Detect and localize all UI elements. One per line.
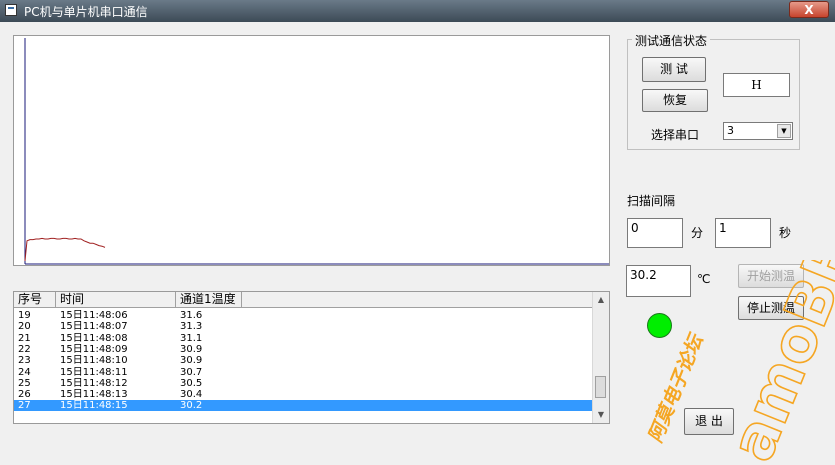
chevron-down-icon[interactable]: ▼ — [777, 124, 791, 138]
table-row[interactable]: 23 15日11:48:10 30.9 — [14, 355, 594, 366]
column-header-temperature[interactable]: 通道1温度 — [176, 292, 242, 308]
title-bar[interactable]: PC机与单片机串口通信 X — [0, 0, 835, 22]
row-time: 15日11:48:11 — [60, 366, 128, 378]
row-temperature: 31.6 — [180, 310, 203, 321]
minutes-input[interactable]: 0 — [627, 218, 683, 248]
table-row[interactable]: 22 15日11:48:09 30.9 — [14, 344, 594, 355]
table-row[interactable]: 19 15日11:48:06 31.6 — [14, 310, 594, 321]
row-index: 27 — [18, 400, 31, 412]
exit-button[interactable]: 退 出 — [684, 408, 734, 435]
temperature-series-line — [24, 237, 106, 262]
row-index: 25 — [18, 377, 31, 389]
temperature-unit: ℃ — [697, 272, 711, 286]
client-area: 序号 时间 通道1温度 19 15日11:48:06 31.6 20 15日11:48:… — [0, 22, 835, 465]
start-measure-button[interactable]: 开始测温 — [738, 264, 804, 288]
row-temperature: 30.5 — [180, 377, 203, 389]
status-led-indicator — [647, 313, 672, 338]
row-time: 15日11:48:07 — [60, 321, 128, 333]
status-field[interactable]: H — [723, 73, 790, 97]
row-temperature: 31.1 — [180, 332, 203, 344]
row-time: 15日11:48:10 — [60, 355, 128, 367]
port-label: 选择串口 — [651, 128, 700, 142]
row-index: 20 — [18, 321, 31, 333]
minutes-unit: 分 — [691, 226, 704, 240]
row-temperature: 31.3 — [180, 321, 203, 333]
row-temperature: 30.7 — [180, 366, 203, 378]
column-header-index[interactable]: 序号 — [14, 292, 56, 308]
scroll-thumb[interactable] — [595, 376, 606, 398]
row-index: 23 — [18, 355, 31, 367]
column-header-empty — [242, 292, 594, 308]
row-time: 15日11:48:13 — [60, 389, 128, 401]
row-time: 15日11:48:06 — [60, 310, 128, 321]
seconds-unit: 秒 — [779, 226, 792, 240]
plot-canvas — [24, 38, 609, 265]
table-row[interactable]: 21 15日11:48:08 31.1 — [14, 333, 594, 344]
comm-test-group-title: 测试通信状态 — [632, 32, 711, 49]
scan-interval-label: 扫描间隔 — [627, 194, 676, 208]
data-list[interactable]: 序号 时间 通道1温度 19 15日11:48:06 31.6 20 15日11:48:… — [13, 291, 610, 424]
table-row[interactable]: 27 15日11:48:15 30.2 — [14, 400, 594, 412]
temperature-plot — [13, 35, 610, 266]
row-temperature: 30.2 — [180, 400, 203, 412]
scroll-up-icon[interactable]: ▲ — [593, 292, 609, 308]
close-button[interactable]: X — [789, 1, 829, 18]
test-button[interactable]: 测 试 — [642, 57, 706, 82]
port-select-value: 3 — [727, 124, 734, 137]
stop-measure-button[interactable]: 停止测温 — [738, 296, 804, 320]
list-scrollbar[interactable]: ▲ ▼ — [592, 292, 609, 423]
app-icon — [5, 4, 17, 16]
table-row[interactable]: 24 15日11:48:11 30.7 — [14, 367, 594, 378]
table-row[interactable]: 20 15日11:48:07 31.3 — [14, 321, 594, 332]
row-temperature: 30.4 — [180, 389, 203, 401]
row-time: 15日11:48:09 — [60, 343, 128, 355]
row-time: 15日11:48:15 — [60, 400, 128, 412]
port-select[interactable]: 3 ▼ — [723, 122, 793, 140]
row-temperature: 30.9 — [180, 343, 203, 355]
window-title: PC机与单片机串口通信 — [24, 5, 148, 19]
row-index: 26 — [18, 389, 31, 401]
app-window: PC机与单片机串口通信 X 序号 时间 通道1温度 19 15日11:48:06 3… — [0, 0, 835, 465]
scroll-down-icon[interactable]: ▼ — [593, 407, 609, 423]
table-row[interactable]: 25 15日11:48:12 30.5 — [14, 378, 594, 389]
column-header-time[interactable]: 时间 — [56, 292, 176, 308]
row-index: 24 — [18, 366, 31, 378]
table-row[interactable]: 26 15日11:48:13 30.4 — [14, 389, 594, 400]
row-time: 15日11:48:08 — [60, 332, 128, 344]
row-index: 22 — [18, 343, 31, 355]
restore-button[interactable]: 恢复 — [642, 89, 708, 112]
row-index: 19 — [18, 310, 31, 321]
row-index: 21 — [18, 332, 31, 344]
temperature-display[interactable]: 30.2 — [626, 265, 691, 297]
row-temperature: 30.9 — [180, 355, 203, 367]
row-time: 15日11:48:12 — [60, 377, 128, 389]
seconds-input[interactable]: 1 — [715, 218, 771, 248]
